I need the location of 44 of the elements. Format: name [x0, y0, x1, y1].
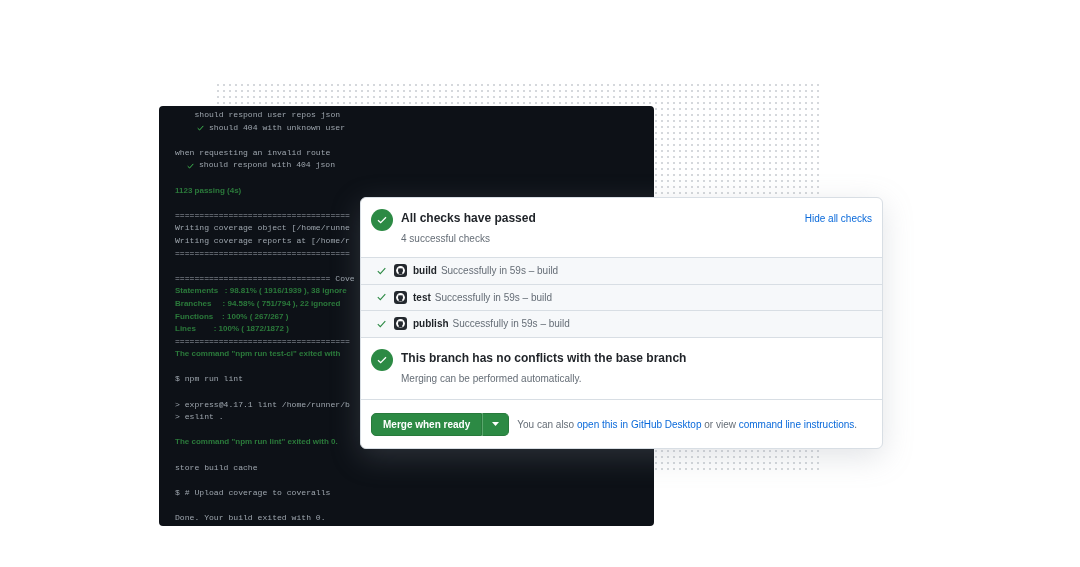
app-icon	[394, 317, 407, 331]
check-name: publish	[413, 317, 449, 332]
hide-checks-link[interactable]: Hide all checks	[804, 211, 872, 226]
log-line: Writing coverage object [/home/runne	[175, 222, 350, 235]
log-line: $ npm run lint	[175, 373, 243, 386]
log-line: > eslint .	[175, 411, 224, 424]
log-line: ====================================	[175, 335, 350, 348]
status-subtitle: Merging can be performed automatically.	[401, 371, 583, 386]
log-line: should 404 with unknown user	[209, 121, 345, 134]
check-description: Successfully in 59s – build	[440, 264, 559, 279]
merge-button[interactable]: Merge when ready	[371, 412, 483, 436]
desktop-link[interactable]: open this in GitHub Desktop	[576, 418, 702, 430]
log-line: The command "npm run test-ci" exited with	[175, 348, 341, 361]
app-icon	[394, 290, 407, 304]
dropdown-button[interactable]	[482, 412, 510, 436]
log-line: Writing coverage reports at [/home/r	[175, 234, 350, 247]
status-subtitle: 4 successful checks	[401, 232, 491, 246]
log-line: $ # Upload coverage to coveralls	[175, 486, 331, 499]
check-description: Successfully in 59s – build	[434, 290, 553, 305]
check-name: build	[413, 264, 437, 279]
log-line: store build cache	[175, 461, 258, 474]
log-line: ================================ Cove	[175, 272, 355, 285]
log-line: 1123 passing (4s)	[175, 184, 242, 197]
log-line: Done. Your build exited with 0.	[175, 512, 326, 524]
log-line: Lines : 100% ( 1872/1872 )	[175, 323, 289, 336]
status-title: All checks have passed	[401, 210, 537, 227]
status-title: This branch has no conflicts with the base branch	[401, 349, 688, 367]
log-line: should respond user repos json	[193, 109, 341, 121]
log-line: ====================================	[175, 209, 350, 222]
check-icon	[197, 124, 204, 131]
caret-icon	[492, 422, 500, 426]
log-line: > express@4.17.1 lint /home/runner/b	[175, 398, 350, 411]
app-icon	[394, 264, 407, 278]
log-line: when requesting an invalid route	[175, 146, 331, 159]
merge-options-text: You can also open this in GitHub Desktop or view command line instructions.	[517, 417, 858, 432]
log-line: ====================================	[175, 247, 350, 260]
log-line: Statements : 98.81% ( 1916/1939 ), 38 ignore	[175, 285, 347, 298]
log-line: Branches : 94.58% ( 751/794 ), 22 ignored	[175, 297, 341, 310]
check-description: Successfully in 59s – build	[452, 317, 570, 332]
log-line: Functions : 100% ( 267/267 )	[175, 310, 289, 323]
check-icon	[187, 162, 194, 169]
log-line: The command "npm run lint" exited with 0.	[175, 436, 338, 449]
log-line: should respond with 404 json	[199, 159, 335, 172]
check-name: test	[413, 290, 431, 305]
